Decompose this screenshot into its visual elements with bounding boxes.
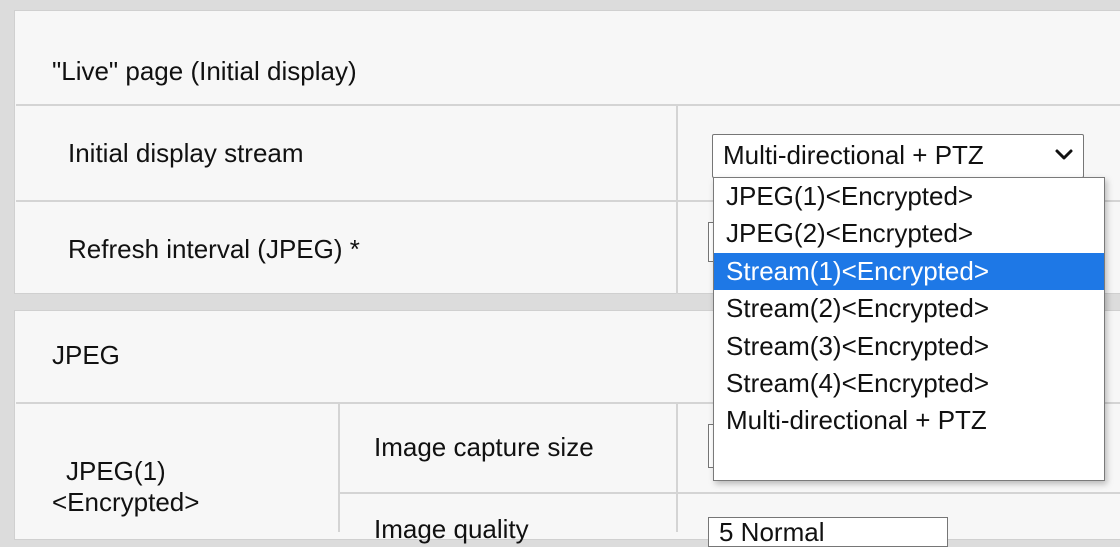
divider	[676, 104, 678, 294]
divider	[16, 104, 1120, 106]
live-section-title: "Live" page (Initial display)	[52, 56, 357, 86]
dropdown-option-stream3[interactable]: Stream(3)<Encrypted>	[714, 328, 1104, 365]
chevron-down-icon	[1055, 149, 1073, 160]
dropdown-option-stream2[interactable]: Stream(2)<Encrypted>	[714, 290, 1104, 327]
dropdown-option-stream1[interactable]: Stream(1)<Encrypted>	[714, 252, 1104, 291]
dropdown-option-jpeg1[interactable]: JPEG(1)<Encrypted>	[714, 178, 1104, 215]
dropdown-option-multi-directional-ptz[interactable]: Multi-directional + PTZ	[714, 402, 1104, 439]
divider	[676, 402, 678, 532]
image-quality-select[interactable]: 5 Normal	[708, 517, 948, 547]
jpeg1-group-label-encrypted: <Encrypted>	[52, 487, 200, 517]
stream-dropdown-list[interactable]: JPEG(1)<Encrypted> JPEG(2)<Encrypted> St…	[713, 177, 1105, 481]
jpeg-section-title: JPEG	[52, 340, 120, 370]
dropdown-option-stream4[interactable]: Stream(4)<Encrypted>	[714, 365, 1104, 402]
dropdown-option-jpeg2[interactable]: JPEG(2)<Encrypted>	[714, 215, 1104, 252]
jpeg1-group-label: JPEG(1)	[66, 456, 166, 486]
image-capture-size-label: Image capture size	[374, 432, 594, 462]
initial-display-stream-label: Initial display stream	[68, 138, 304, 168]
divider	[338, 402, 340, 532]
divider	[340, 492, 1120, 494]
image-quality-label: Image quality	[374, 514, 529, 544]
initial-display-stream-select[interactable]: Multi-directional + PTZ	[712, 134, 1084, 178]
initial-display-stream-value: Multi-directional + PTZ	[723, 140, 984, 170]
refresh-interval-label: Refresh interval (JPEG) *	[68, 234, 360, 264]
